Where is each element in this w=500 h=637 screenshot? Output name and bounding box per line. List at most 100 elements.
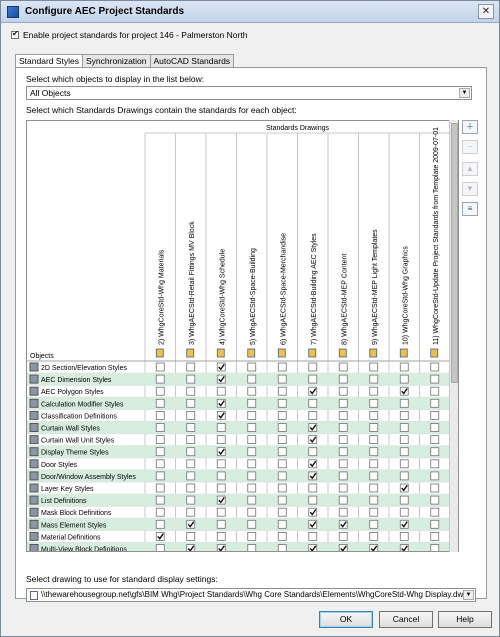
standard-checkbox[interactable]: [338, 410, 348, 420]
sync-button[interactable]: ≡: [462, 202, 478, 216]
standard-checkbox[interactable]: [186, 507, 196, 517]
standard-checkbox[interactable]: [338, 459, 348, 469]
standard-checkbox[interactable]: [369, 410, 379, 420]
standard-checkbox[interactable]: [277, 410, 287, 420]
standard-checkbox[interactable]: [277, 531, 287, 541]
standard-checkbox[interactable]: [430, 447, 440, 457]
standard-checkbox[interactable]: [247, 531, 257, 541]
standard-checkbox[interactable]: [155, 386, 165, 396]
standard-checkbox[interactable]: [338, 423, 348, 432]
standard-checkbox[interactable]: [399, 423, 409, 432]
standard-checkbox[interactable]: [216, 423, 226, 432]
standard-checkbox[interactable]: [216, 386, 226, 396]
standard-checkbox[interactable]: [155, 374, 165, 384]
standard-checkbox[interactable]: [155, 483, 165, 493]
move-down-button[interactable]: ▼: [462, 182, 478, 196]
move-up-button[interactable]: ▲: [462, 162, 478, 176]
standard-checkbox[interactable]: [155, 362, 165, 372]
standard-checkbox[interactable]: [155, 398, 165, 408]
standard-checkbox[interactable]: [277, 362, 287, 372]
standard-checkbox[interactable]: [155, 410, 165, 420]
standard-checkbox[interactable]: [247, 447, 257, 457]
standard-checkbox[interactable]: [247, 410, 257, 420]
standard-checkbox[interactable]: [216, 435, 226, 445]
standard-checkbox[interactable]: [186, 423, 196, 432]
standard-checkbox[interactable]: [430, 386, 440, 396]
standard-checkbox[interactable]: [369, 447, 379, 457]
standard-checkbox[interactable]: [277, 471, 287, 481]
standard-checkbox[interactable]: [338, 398, 348, 408]
standard-checkbox[interactable]: [399, 362, 409, 372]
standard-checkbox[interactable]: [155, 507, 165, 517]
standard-checkbox[interactable]: [155, 471, 165, 481]
standard-checkbox[interactable]: [277, 398, 287, 408]
cancel-button[interactable]: Cancel: [379, 611, 433, 628]
standard-checkbox[interactable]: [186, 386, 196, 396]
standard-checkbox[interactable]: [247, 507, 257, 517]
standard-checkbox[interactable]: [430, 495, 440, 505]
standard-checkbox[interactable]: [338, 531, 348, 541]
standard-checkbox[interactable]: [277, 507, 287, 517]
standard-checkbox[interactable]: [430, 459, 440, 469]
standard-checkbox[interactable]: [308, 398, 318, 408]
standard-checkbox[interactable]: [155, 447, 165, 457]
standard-checkbox[interactable]: [430, 483, 440, 493]
standard-checkbox[interactable]: [338, 374, 348, 384]
standard-checkbox[interactable]: [338, 495, 348, 505]
tab-standard-styles[interactable]: Standard Styles: [15, 54, 84, 68]
standard-checkbox[interactable]: [338, 447, 348, 457]
grid-vertical-scrollbar[interactable]: [449, 120, 458, 552]
standard-checkbox[interactable]: [247, 459, 257, 469]
standard-checkbox[interactable]: [155, 495, 165, 505]
standard-checkbox[interactable]: [399, 410, 409, 420]
standard-checkbox[interactable]: [277, 374, 287, 384]
standard-checkbox[interactable]: [430, 544, 440, 553]
standard-checkbox[interactable]: [399, 495, 409, 505]
standard-checkbox[interactable]: [369, 471, 379, 481]
standard-checkbox[interactable]: [247, 362, 257, 372]
standard-checkbox[interactable]: [247, 423, 257, 432]
standard-checkbox[interactable]: [308, 447, 318, 457]
standard-checkbox[interactable]: [186, 531, 196, 541]
standard-checkbox[interactable]: [277, 447, 287, 457]
standard-checkbox[interactable]: [430, 471, 440, 481]
standard-checkbox[interactable]: [430, 435, 440, 445]
standard-checkbox[interactable]: [399, 531, 409, 541]
standard-checkbox[interactable]: [216, 459, 226, 469]
standard-checkbox[interactable]: [430, 531, 440, 541]
standard-checkbox[interactable]: [430, 519, 440, 529]
chevron-down-icon[interactable]: ▼: [459, 88, 470, 98]
standard-checkbox[interactable]: [369, 507, 379, 517]
standard-checkbox[interactable]: [369, 386, 379, 396]
standard-checkbox[interactable]: [216, 507, 226, 517]
standard-checkbox[interactable]: [247, 544, 257, 553]
standard-checkbox[interactable]: [277, 435, 287, 445]
standard-checkbox[interactable]: [277, 386, 287, 396]
standard-checkbox[interactable]: [277, 423, 287, 432]
standard-checkbox[interactable]: [216, 531, 226, 541]
standard-checkbox[interactable]: [308, 483, 318, 493]
standard-checkbox[interactable]: [369, 519, 379, 529]
standard-checkbox[interactable]: [186, 362, 196, 372]
close-button[interactable]: ✕: [478, 4, 494, 19]
standard-checkbox[interactable]: [155, 544, 165, 553]
standard-checkbox[interactable]: [186, 495, 196, 505]
standard-checkbox[interactable]: [155, 435, 165, 445]
standard-checkbox[interactable]: [186, 483, 196, 493]
standard-checkbox[interactable]: [186, 410, 196, 420]
grid-scroll-thumb[interactable]: [451, 123, 458, 383]
standard-checkbox[interactable]: [399, 435, 409, 445]
help-button[interactable]: Help: [438, 611, 492, 628]
standard-checkbox[interactable]: [369, 531, 379, 541]
standard-checkbox[interactable]: [338, 435, 348, 445]
standard-checkbox[interactable]: [338, 362, 348, 372]
standard-checkbox[interactable]: [338, 507, 348, 517]
enable-standards-checkbox[interactable]: [11, 29, 19, 39]
ok-button[interactable]: OK: [319, 611, 373, 628]
standard-checkbox[interactable]: [399, 374, 409, 384]
standard-checkbox[interactable]: [399, 398, 409, 408]
standard-checkbox[interactable]: [277, 459, 287, 469]
standard-checkbox[interactable]: [338, 386, 348, 396]
display-drawing-dropdown[interactable]: \\thewarehousegroup.net\gfs\BIM Whg\Proj…: [26, 588, 476, 602]
standard-checkbox[interactable]: [369, 398, 379, 408]
